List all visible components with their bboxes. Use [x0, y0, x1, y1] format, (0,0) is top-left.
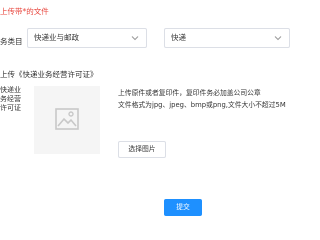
category-label: 务类目: [0, 37, 23, 46]
primary-category-select[interactable]: 快递业与邮政: [27, 28, 147, 48]
chevron-down-icon: [131, 36, 139, 41]
image-icon: [55, 108, 79, 130]
upload-heading: 上传《快递业务经营许可证》: [0, 70, 98, 79]
primary-category-value: 快递业与邮政: [34, 33, 79, 42]
chevron-down-icon: [274, 36, 282, 41]
upload-hint-1: 上传原件或者复印件，复印件务必加盖公司公章: [118, 89, 261, 97]
page-title: 上传带*的文件: [0, 7, 49, 16]
secondary-category-select[interactable]: 快递: [164, 28, 290, 48]
license-side-label: 快递业务经营许可证: [0, 86, 21, 112]
upload-hint-2: 文件格式为jpg、jpeg、bmp或png,文件大小不超过5M: [118, 101, 286, 109]
secondary-category-value: 快递: [171, 33, 186, 42]
image-upload-preview[interactable]: [34, 86, 100, 154]
choose-image-button[interactable]: 选择图片: [118, 141, 166, 158]
submit-button[interactable]: 提交: [164, 199, 202, 216]
